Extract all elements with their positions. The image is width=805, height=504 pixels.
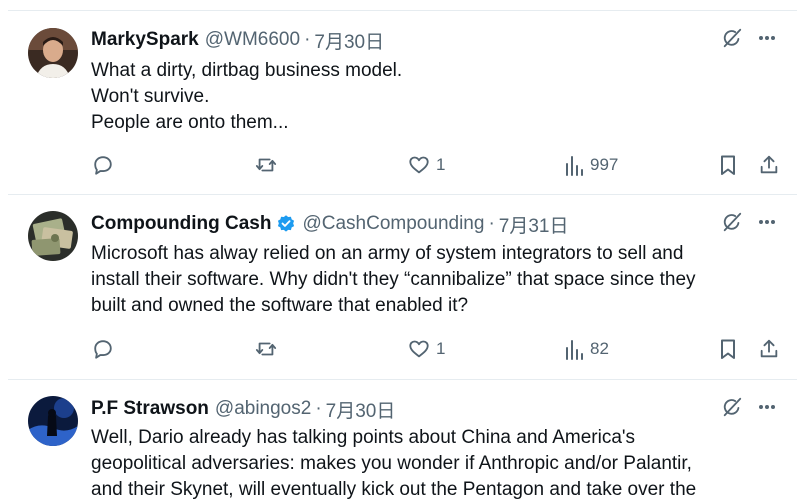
view-count: 82 bbox=[590, 339, 609, 358]
more-icon[interactable] bbox=[757, 397, 777, 422]
tweet-text-line: Won't survive. bbox=[91, 86, 210, 107]
tweet-text-line: geopolitical adversaries: makes you wond… bbox=[91, 453, 692, 474]
tweet-top-actions bbox=[721, 396, 777, 422]
tweet-top-actions bbox=[721, 27, 777, 53]
tweet-header: P.F Strawson @abingos2 · 7月30日 bbox=[91, 396, 737, 422]
tweet-text: Well, Dario already has talking points a… bbox=[91, 425, 767, 503]
display-name[interactable]: MarkySpark bbox=[91, 29, 199, 51]
heart-icon bbox=[408, 154, 430, 176]
reply-icon bbox=[92, 154, 114, 176]
tweet-text: Microsoft has alway relied on an army of… bbox=[91, 241, 767, 319]
tweet-text-line: built and owned the software that enable… bbox=[91, 295, 469, 316]
verified-badge-icon bbox=[276, 214, 296, 234]
share-icon bbox=[758, 154, 780, 176]
heart-icon bbox=[408, 338, 430, 360]
more-icon[interactable] bbox=[757, 212, 777, 237]
tweet-date[interactable]: 7月30日 bbox=[314, 27, 384, 54]
share-button[interactable] bbox=[758, 334, 780, 364]
display-name[interactable]: Compounding Cash bbox=[91, 213, 271, 235]
tweet-date[interactable]: 7月30日 bbox=[326, 396, 396, 423]
tweet-header: MarkySpark @WM6600 · 7月30日 bbox=[91, 27, 737, 53]
tweet-text-line: install their software. Why didn't they … bbox=[91, 269, 696, 290]
share-icon bbox=[758, 338, 780, 360]
bookmark-icon bbox=[718, 154, 738, 176]
repost-button[interactable] bbox=[254, 334, 284, 364]
like-button[interactable]: 1 bbox=[408, 334, 445, 364]
reply-icon bbox=[92, 338, 114, 360]
views-button[interactable]: 82 bbox=[564, 334, 609, 364]
tweet-3[interactable]: P.F Strawson @abingos2 · 7月30日 Well, Dar… bbox=[8, 380, 797, 504]
separator: · bbox=[488, 213, 495, 234]
tweet-text-line: Well, Dario already has talking points a… bbox=[91, 427, 636, 448]
more-icon[interactable] bbox=[757, 28, 777, 53]
tweet-header: Compounding Cash @CashCompounding · 7月31… bbox=[91, 211, 737, 237]
user-handle[interactable]: @WM6600 bbox=[205, 29, 300, 51]
user-handle[interactable]: @abingos2 bbox=[215, 398, 311, 420]
separator: · bbox=[304, 29, 311, 50]
tweet-text: What a dirty, dirtbag business model. Wo… bbox=[91, 58, 767, 136]
tweet-actions: 1 82 bbox=[92, 334, 778, 364]
views-icon bbox=[564, 338, 584, 360]
tweet-text-line: What a dirty, dirtbag business model. bbox=[91, 60, 403, 81]
avatar[interactable] bbox=[28, 396, 78, 446]
tweet-text-line: Microsoft has alway relied on an army of… bbox=[91, 243, 684, 264]
grok-icon[interactable] bbox=[721, 211, 743, 238]
bookmark-icon bbox=[718, 338, 738, 360]
views-icon bbox=[564, 154, 584, 176]
tweet-feed: MarkySpark @WM6600 · 7月30日 What a dirty,… bbox=[0, 0, 805, 504]
tweet-1[interactable]: MarkySpark @WM6600 · 7月30日 What a dirty,… bbox=[8, 11, 797, 195]
reply-button[interactable] bbox=[92, 150, 120, 180]
bookmark-button[interactable] bbox=[718, 150, 738, 180]
like-count: 1 bbox=[436, 155, 446, 174]
grok-icon[interactable] bbox=[721, 396, 743, 423]
tweet-text-line: People are onto them... bbox=[91, 112, 289, 133]
top-divider bbox=[8, 0, 797, 11]
reply-button[interactable] bbox=[92, 334, 120, 364]
avatar[interactable] bbox=[28, 28, 78, 78]
like-count: 1 bbox=[436, 339, 446, 358]
tweet-date[interactable]: 7月31日 bbox=[499, 211, 569, 238]
tweet-text-line: and their Skynet, will eventually kick o… bbox=[91, 479, 697, 500]
separator: · bbox=[315, 398, 322, 419]
repost-icon bbox=[254, 338, 278, 360]
user-handle[interactable]: @CashCompounding bbox=[302, 213, 484, 235]
repost-button[interactable] bbox=[254, 150, 284, 180]
avatar[interactable] bbox=[28, 211, 78, 261]
view-count: 997 bbox=[590, 155, 619, 174]
display-name[interactable]: P.F Strawson bbox=[91, 398, 209, 420]
repost-icon bbox=[254, 154, 278, 176]
tweet-2[interactable]: Compounding Cash @CashCompounding · 7月31… bbox=[8, 195, 797, 380]
share-button[interactable] bbox=[758, 150, 780, 180]
tweet-top-actions bbox=[721, 211, 777, 237]
tweet-actions: 1 997 bbox=[92, 150, 778, 180]
views-button[interactable]: 997 bbox=[564, 150, 618, 180]
grok-icon[interactable] bbox=[721, 27, 743, 54]
bookmark-button[interactable] bbox=[718, 334, 738, 364]
like-button[interactable]: 1 bbox=[408, 150, 445, 180]
